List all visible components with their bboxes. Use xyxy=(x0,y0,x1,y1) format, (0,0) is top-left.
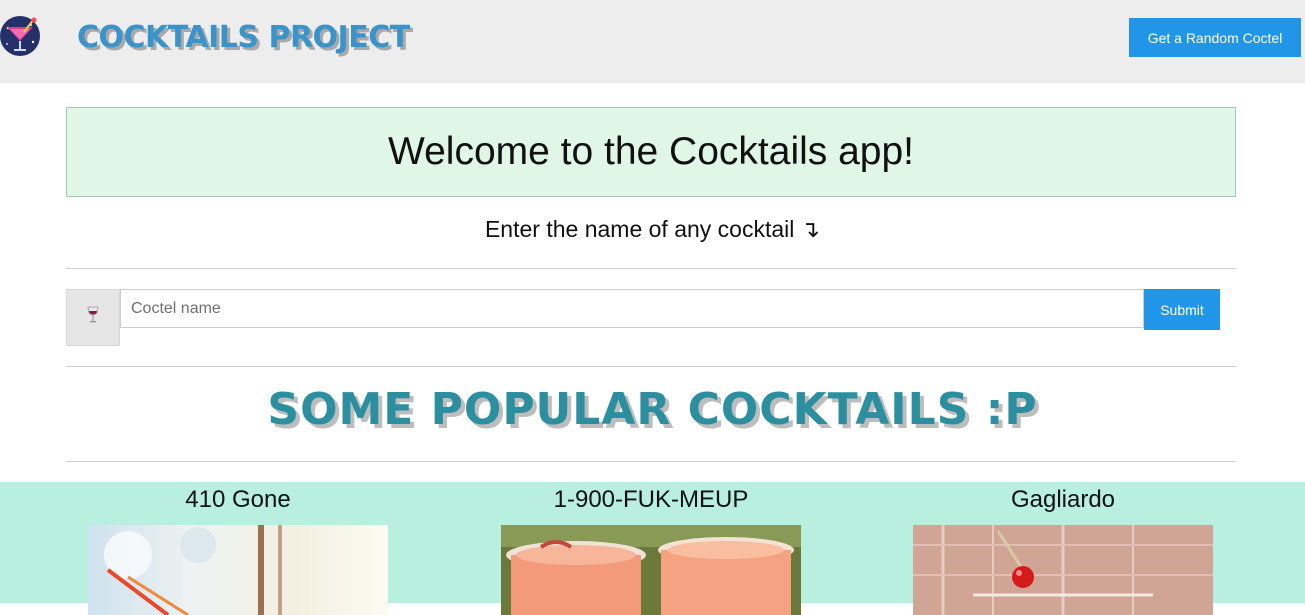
cocktail-name[interactable]: Gagliardo xyxy=(913,486,1213,514)
popular-cocktails-heading: SOME POPULAR COCKTAILS :P xyxy=(267,384,1038,435)
divider xyxy=(66,366,1236,367)
random-cocktail-button[interactable]: Get a Random Coctel xyxy=(1129,18,1301,57)
cocktail-name[interactable]: 410 Gone xyxy=(88,486,388,514)
divider xyxy=(66,461,1236,462)
cocktail-name[interactable]: 1-900-FUK-MEUP xyxy=(501,486,801,514)
search-instructions: Enter the name of any cocktail ↴ xyxy=(484,216,821,242)
welcome-banner: Welcome to the Cocktails app! xyxy=(66,107,1236,197)
cocktail-image[interactable] xyxy=(501,525,801,615)
navbar: COCKTAILS PROJECT Get a Random Coctel xyxy=(0,0,1305,83)
cocktail-search-input[interactable] xyxy=(120,289,1144,328)
welcome-heading: Welcome to the Cocktails app! xyxy=(387,130,915,173)
cocktail-image[interactable] xyxy=(88,525,388,615)
wine-glass-icon xyxy=(86,306,100,329)
divider xyxy=(66,268,1236,269)
search-addon xyxy=(66,289,120,346)
cocktail-logo-icon[interactable] xyxy=(0,16,40,56)
submit-button[interactable]: Submit xyxy=(1144,289,1220,330)
cocktail-image[interactable] xyxy=(913,525,1213,615)
brand-title[interactable]: COCKTAILS PROJECT xyxy=(77,20,410,55)
popular-cocktails-list: 410 Gone 1-900-FUK-MEUP Gagliardo xyxy=(0,482,1305,615)
